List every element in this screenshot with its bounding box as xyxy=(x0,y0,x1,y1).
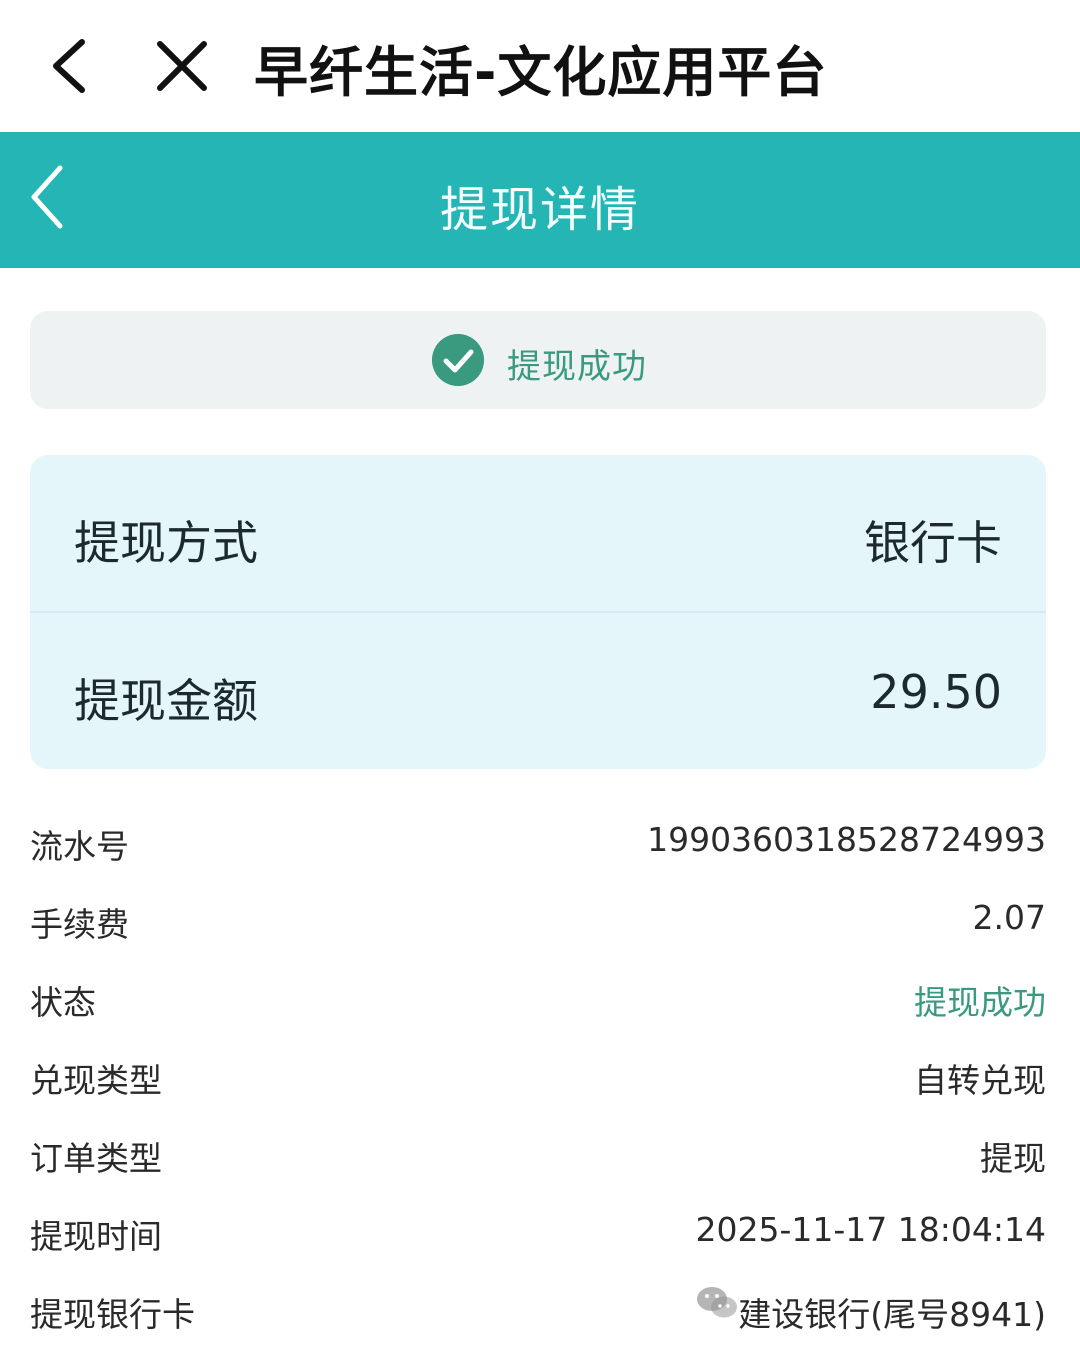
summary-row-method: 提现方式 银行卡 xyxy=(30,455,1046,611)
detail-value: 提现 xyxy=(980,1139,1046,1178)
back-icon[interactable] xyxy=(44,34,104,98)
status-text: 提现成功 xyxy=(507,347,647,387)
detail-value: 2.07 xyxy=(972,898,1046,937)
status-banner: 提现成功 xyxy=(30,311,1046,409)
detail-value-status: 提现成功 xyxy=(914,983,1046,1022)
detail-row-bank-card: 提现银行卡 建设银行(尾号8941) xyxy=(30,1268,1046,1346)
detail-value: 建设银行(尾号8941) xyxy=(738,1295,1046,1334)
detail-row-serial: 流水号 19903603185287249​93 xyxy=(30,800,1046,878)
detail-label: 订单类型 xyxy=(30,1139,162,1178)
summary-label: 提现方式 xyxy=(74,516,258,570)
page-header: 提现详情 xyxy=(0,132,1080,268)
detail-row-cash-type: 兑现类型 自转兑现 xyxy=(30,1034,1046,1112)
detail-label: 手续费 xyxy=(30,905,129,944)
wechat-icon xyxy=(697,1287,737,1318)
summary-label: 提现金额 xyxy=(74,674,258,728)
summary-row-amount: 提现金额 29.50 xyxy=(30,613,1046,769)
app-title: 早纤生活-文化应用平台 xyxy=(254,41,828,104)
detail-value: 19903603185287249​93 xyxy=(647,820,1046,859)
detail-value: 2025-11-17 18:04:14 xyxy=(695,1210,1046,1249)
detail-row-status: 状态 提现成功 xyxy=(30,956,1046,1034)
detail-label: 提现银行卡 xyxy=(30,1295,195,1334)
check-circle-icon xyxy=(432,334,484,386)
detail-row-order-type: 订单类型 提现 xyxy=(30,1112,1046,1190)
detail-list: 流水号 19903603185287249​93 手续费 2.07 状态 提现成… xyxy=(30,800,1046,1346)
detail-row-time: 提现时间 2025-11-17 18:04:14 xyxy=(30,1190,1046,1268)
detail-label: 流水号 xyxy=(30,827,129,866)
detail-label: 兑现类型 xyxy=(30,1061,162,1100)
detail-label: 状态 xyxy=(30,983,96,1022)
detail-row-fee: 手续费 2.07 xyxy=(30,878,1046,956)
detail-value: 自转兑现 xyxy=(914,1061,1046,1100)
summary-card: 提现方式 银行卡 提现金额 29.50 xyxy=(30,455,1046,769)
summary-value: 银行卡 xyxy=(864,516,1002,570)
page-title: 提现详情 xyxy=(439,182,640,238)
summary-value: 29.50 xyxy=(870,665,1002,719)
close-icon[interactable] xyxy=(150,34,214,98)
app-top-bar: 早纤生活-文化应用平台 xyxy=(0,0,1080,132)
detail-label: 提现时间 xyxy=(30,1217,162,1256)
